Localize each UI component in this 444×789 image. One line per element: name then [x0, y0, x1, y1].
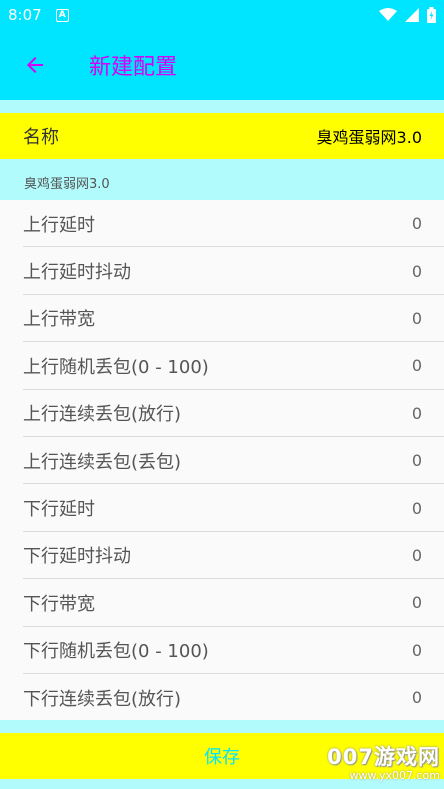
watermark-text: 007游戏网	[327, 745, 440, 769]
setting-label: 上行连续丢包(丢包)	[23, 451, 182, 473]
name-field[interactable]: 名称 臭鸡蛋弱网3.0	[0, 113, 444, 159]
setting-label: 上行延时抖动	[23, 262, 131, 284]
name-hint: 臭鸡蛋弱网3.0	[24, 177, 110, 192]
signal-icon	[405, 8, 419, 22]
app-bar: 新建配置	[0, 30, 444, 100]
status-time: 8:07	[8, 6, 42, 24]
back-arrow-icon[interactable]	[23, 53, 47, 77]
setting-label: 下行延时	[23, 499, 95, 521]
setting-value: 0	[411, 640, 422, 660]
setting-value: 0	[411, 451, 422, 471]
setting-row[interactable]: 下行连续丢包(放行) 0	[0, 674, 444, 720]
status-bar: 8:07 A	[0, 0, 444, 30]
setting-value: 0	[411, 403, 422, 423]
setting-row[interactable]: 下行延时抖动 0	[0, 532, 444, 580]
setting-label: 上行带宽	[23, 309, 95, 331]
setting-value: 0	[411, 308, 422, 328]
setting-row[interactable]: 上行延时 0	[0, 200, 444, 248]
setting-row[interactable]: 上行延时抖动 0	[0, 247, 444, 296]
notification-icon: A	[55, 8, 69, 22]
setting-label: 下行带宽	[23, 593, 95, 615]
setting-row[interactable]: 上行带宽 0	[0, 295, 444, 343]
setting-row[interactable]: 上行连续丢包(丢包) 0	[0, 437, 444, 485]
settings-list[interactable]: 上行延时 0 上行延时抖动 0 上行带宽 0 上行随机丢包(0 - 100) 0…	[0, 200, 444, 720]
setting-value: 0	[411, 688, 422, 708]
setting-label: 下行延时抖动	[23, 546, 131, 568]
setting-value: 0	[411, 214, 422, 234]
setting-row[interactable]: 上行随机丢包(0 - 100) 0	[0, 342, 444, 390]
setting-value: 0	[411, 261, 422, 281]
setting-row[interactable]: 上行连续丢包(放行) 0	[0, 390, 444, 438]
setting-label: 上行随机丢包(0 - 100)	[23, 356, 209, 378]
setting-value: 0	[411, 593, 422, 613]
setting-value: 0	[411, 545, 422, 565]
battery-icon	[427, 7, 436, 23]
page-title: 新建配置	[89, 55, 178, 80]
wifi-icon	[379, 8, 397, 21]
setting-label: 上行连续丢包(放行)	[23, 404, 182, 426]
name-label: 名称	[23, 127, 59, 148]
setting-label: 上行延时	[23, 214, 95, 236]
setting-label: 下行连续丢包(放行)	[23, 688, 182, 710]
setting-row[interactable]: 下行带宽 0	[0, 579, 444, 627]
name-value: 臭鸡蛋弱网3.0	[316, 128, 422, 147]
setting-row[interactable]: 下行延时 0	[0, 484, 444, 533]
watermark: 007游戏网 www.yx007.com	[327, 741, 440, 782]
setting-label: 下行随机丢包(0 - 100)	[23, 641, 209, 663]
setting-value: 0	[411, 498, 422, 518]
setting-value: 0	[411, 356, 422, 376]
status-icons	[379, 7, 436, 23]
setting-row[interactable]: 下行随机丢包(0 - 100) 0	[0, 627, 444, 675]
